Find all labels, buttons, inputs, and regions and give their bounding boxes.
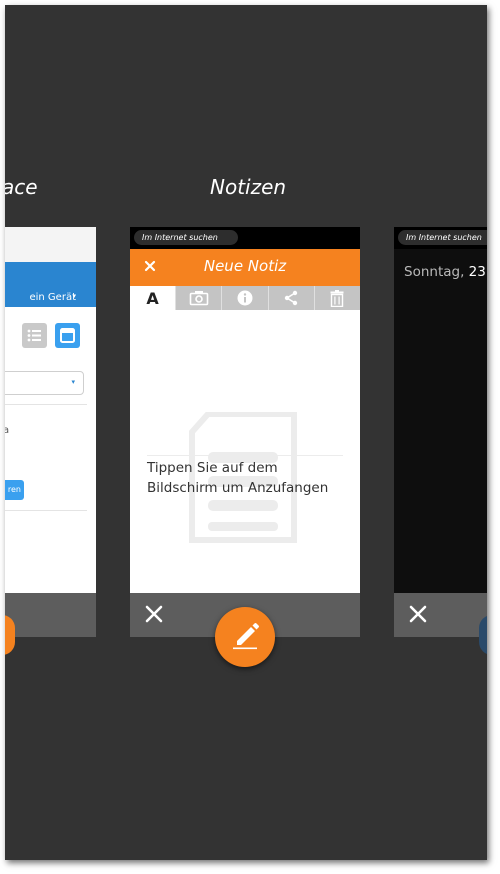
header-band [5,227,96,262]
camera-button[interactable] [175,286,221,310]
web-search-pill[interactable]: Im Internet suchen [134,230,238,245]
card-view-icon[interactable] [55,323,80,348]
card-footer [5,593,96,637]
status-bar: Im Internet suchen [394,227,487,249]
app-card-notizen[interactable]: Im Internet suchen Neue Notiz A Tippen S… [130,227,360,637]
device-bar[interactable]: ein Gerät ▾ [5,262,96,307]
note-toolbar: A [130,286,360,310]
close-card-icon[interactable] [142,602,166,626]
trash-icon [330,289,344,307]
share-button[interactable] [267,286,314,310]
info-button[interactable] [221,286,267,310]
text-format-button[interactable]: A [130,286,176,310]
divider [5,404,87,405]
task-switcher-screen: ace Notizen ein Gerät ▾ ▾ a ren Im Inter… [5,5,487,860]
close-card-icon[interactable] [406,602,430,626]
chevron-down-icon: ▾ [71,378,75,386]
new-note-fab[interactable] [215,607,275,667]
text-fragment: a [5,425,10,436]
camera-icon [189,291,209,306]
note-header: Neue Notiz [130,249,360,286]
divider [5,510,87,511]
app-title-notizen: Notizen [210,175,287,199]
app-icon-left[interactable] [5,615,15,655]
action-button[interactable]: ren [5,480,24,500]
note-title: Neue Notiz [203,257,287,275]
app-icon-right[interactable] [479,615,487,655]
font-icon: A [146,288,159,308]
date-label: Sonntag, 23 [404,264,486,280]
day-label: Sonntag, [404,264,465,280]
pencil-icon [233,623,259,650]
empty-hint-text: Tippen Sie auf dem Bildschirm um Anzufan… [147,458,328,498]
date-number: 23 [468,264,486,280]
share-icon [285,290,298,306]
list-view-icon[interactable] [22,323,47,348]
divider [147,455,343,456]
card-footer [394,593,487,637]
hint-line: Tippen Sie auf dem [147,460,278,476]
hint-line: Bildschirm um Anzufangen [147,480,329,496]
info-icon [237,290,253,306]
app-card-left[interactable]: ein Gerät ▾ ▾ a ren [5,227,96,637]
select-field[interactable]: ▾ [5,371,84,395]
app-title-left: ace [5,175,38,199]
app-card-right[interactable]: Im Internet suchen Sonntag, 23 [394,227,487,637]
web-search-pill[interactable]: Im Internet suchen [398,230,487,245]
delete-button[interactable] [313,286,360,310]
status-bar: Im Internet suchen [130,227,360,249]
